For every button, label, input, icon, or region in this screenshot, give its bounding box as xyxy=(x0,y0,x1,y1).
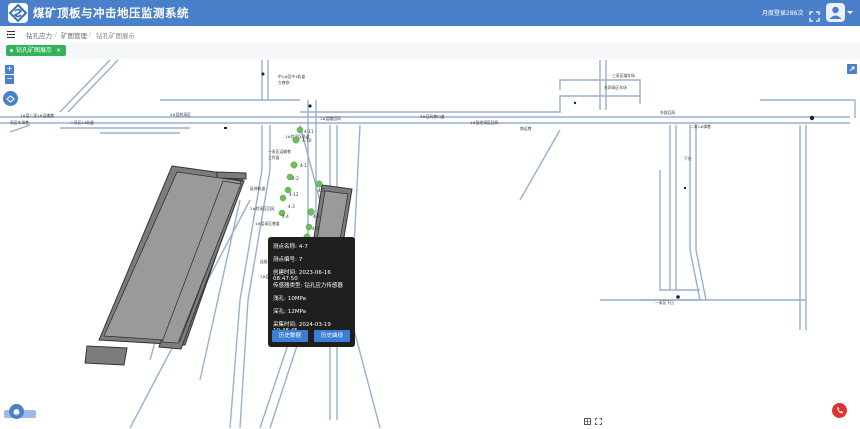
history-curve-button[interactable]: 历史曲线 xyxy=(314,330,350,342)
close-icon[interactable]: × xyxy=(56,47,61,54)
breadcrumb-separator: / xyxy=(89,30,92,38)
map-label: 三采区煤车场 xyxy=(612,73,635,78)
notification-button[interactable] xyxy=(9,404,24,419)
breadcrumb-bar: 钻孔应力 / 矿图管理 / 钻孔矿图展示 xyxy=(0,26,860,44)
popup-label: 浅孔: xyxy=(273,296,286,302)
map-label: 一采区运输巷 xyxy=(268,149,291,154)
expand-button[interactable] xyxy=(847,64,857,74)
zoom-in-button[interactable]: + xyxy=(5,65,14,74)
phone-icon xyxy=(837,407,843,414)
popup-row-deep: 深孔: 12MPa xyxy=(273,307,306,315)
point-label: 4-2 xyxy=(292,176,299,181)
map-label: 1#层路回风 xyxy=(320,116,341,121)
expand-icon xyxy=(849,66,855,72)
map-label: 1#层综采区回风 xyxy=(470,120,499,125)
tab-drill-map[interactable]: 钻孔矿图展示 × xyxy=(6,45,67,56)
map-label: 3#回风巷口道 xyxy=(420,114,445,119)
layers-icon xyxy=(6,95,15,103)
popup-value: 4-7 xyxy=(298,244,308,250)
map-label: 4#层前采区 xyxy=(170,112,191,117)
point-label: 4-6 xyxy=(313,214,320,219)
login-count: 月度登录286次 xyxy=(762,10,804,17)
app-title: 煤矿顶板与冲击地压监测系统 xyxy=(33,6,189,20)
grid-icon[interactable] xyxy=(584,418,591,425)
bell-icon xyxy=(13,408,20,416)
breadcrumb-item-drill-stress[interactable]: 钻孔应力 xyxy=(26,30,52,40)
map-label: 中1#层中1轨道 xyxy=(278,74,305,79)
map-label: 南运巷 xyxy=(520,126,532,131)
tab-label: 钻孔矿图展示 xyxy=(16,47,53,54)
map-label: 一采区下山 xyxy=(655,300,674,305)
layer-button[interactable] xyxy=(3,91,18,106)
map-label: 二采区14轨道 xyxy=(70,120,94,125)
app-header: 煤矿顶板与冲击地压监测系统 月度登录286次 xyxy=(0,0,860,26)
popup-label: 深孔: xyxy=(273,309,286,315)
point-label: 4-12 xyxy=(289,192,299,197)
mine-map-canvas[interactable]: 中1#层中1轨道 大巷修 东四采区车场 三采区煤车场 1#层二采1#运输巷 采区… xyxy=(0,59,860,429)
active-dot-icon xyxy=(10,49,13,52)
point-label: 4-10 xyxy=(302,138,312,143)
logo-icon xyxy=(8,3,28,23)
map-label: 东四采区车场 xyxy=(604,85,627,90)
fit-screen-icon[interactable] xyxy=(595,418,602,425)
map-label: 1#层二采1#运输巷 xyxy=(20,113,54,118)
popup-value: 12MPa xyxy=(287,309,307,315)
map-label: 下仓 xyxy=(684,156,692,161)
point-label: 4-11 xyxy=(304,129,314,134)
history-data-button[interactable]: 历史数据 xyxy=(272,330,308,342)
map-label: 二采1#煤巷 xyxy=(690,124,711,129)
popup-value: 钻孔应力传感器 xyxy=(304,283,343,289)
point-label: 4-3 xyxy=(288,204,295,209)
map-label: 大巷修 xyxy=(278,80,290,85)
popup-row-name: 测点名称: 4-7 xyxy=(273,242,308,250)
map-label: 东部回风 xyxy=(660,110,675,115)
point-label: 4-1 xyxy=(300,163,307,168)
map-label: 采区车场巷 xyxy=(10,120,29,125)
user-avatar[interactable] xyxy=(826,3,845,22)
popup-row-sensor: 传感器类型: 钻孔应力传感器 xyxy=(273,281,343,289)
fullscreen-icon[interactable] xyxy=(809,7,820,22)
breadcrumb-item-current: 钻孔矿图展示 xyxy=(96,32,135,40)
chevron-down-icon[interactable] xyxy=(847,11,853,14)
point-label: 4-4 xyxy=(282,214,289,219)
alarm-button[interactable] xyxy=(832,403,847,418)
point-label: 4-8 xyxy=(312,226,319,231)
breadcrumb-item-map-management[interactable]: 矿图管理 xyxy=(61,30,87,40)
popup-row-number: 测点编号: 7 xyxy=(273,255,302,263)
popup-value: 10MPa xyxy=(287,296,307,302)
popup-label: 测点名称: xyxy=(273,244,297,250)
popup-row-shallow: 浅孔: 10MPa xyxy=(273,294,306,302)
popup-row-created: 创建时间: 2023-06-16 08:47:50 xyxy=(273,268,355,282)
point-label: 4-5 xyxy=(318,188,325,193)
popup-value: 7 xyxy=(298,257,303,263)
map-label: 1#层采区巷道 xyxy=(255,221,280,226)
map-label: 工作面 xyxy=(268,155,280,160)
zoom-out-button[interactable]: − xyxy=(5,75,14,84)
map-label: 延伸轨道 xyxy=(250,186,265,191)
menu-toggle-icon[interactable] xyxy=(7,31,15,38)
popup-label: 测点编号: xyxy=(273,257,297,263)
tab-bar: 钻孔矿图展示 × xyxy=(0,43,860,59)
popup-label: 传感器类型: xyxy=(273,283,303,289)
map-label: 2#综采区回风 xyxy=(250,206,275,211)
mine-map[interactable]: 中1#层中1轨道 大巷修 东四采区车场 三采区煤车场 1#层二采1#运输巷 采区… xyxy=(0,59,860,429)
breadcrumb-separator: / xyxy=(55,30,58,38)
